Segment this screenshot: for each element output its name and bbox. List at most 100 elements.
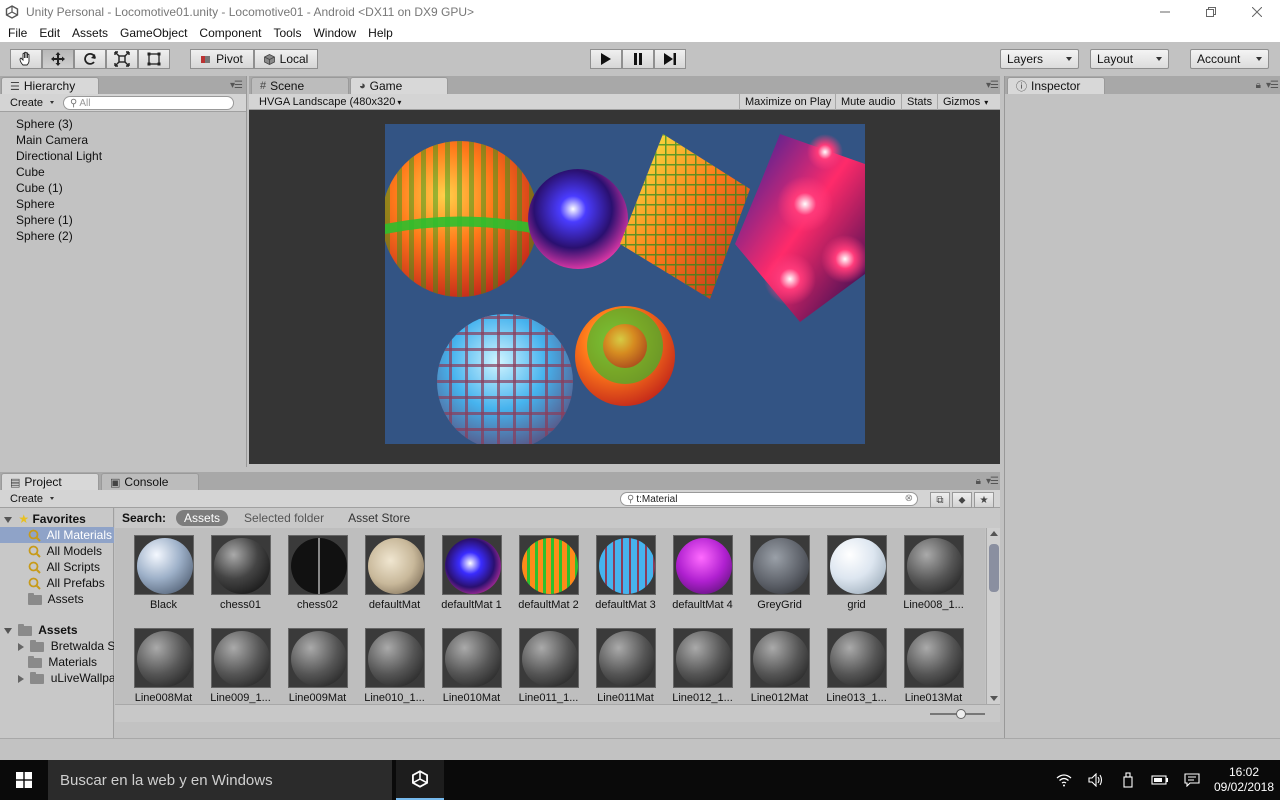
asset-item[interactable]: Line012Mat — [741, 628, 818, 710]
maximize-on-play-toggle[interactable]: Maximize on Play — [739, 94, 836, 110]
asset-item[interactable]: Line011Mat — [587, 628, 664, 710]
close-button[interactable] — [1234, 0, 1280, 24]
battery-icon[interactable] — [1144, 774, 1176, 786]
panel-menu-icon[interactable]: ▾☰ — [1266, 80, 1279, 91]
menu-edit[interactable]: Edit — [33, 26, 66, 40]
start-button[interactable] — [0, 760, 48, 800]
hierarchy-item[interactable]: Directional Light — [0, 148, 246, 164]
stats-toggle[interactable]: Stats — [901, 94, 937, 110]
asset-item[interactable]: Line010_1... — [356, 628, 433, 710]
menu-component[interactable]: Component — [193, 26, 267, 40]
taskbar-search-input[interactable]: Buscar en la web y en Windows — [48, 760, 392, 800]
menu-window[interactable]: Window — [307, 26, 362, 40]
clear-search-icon[interactable]: ⊗ — [905, 493, 913, 504]
panel-menu-icon[interactable]: ▾☰ — [986, 80, 999, 91]
menu-gameobject[interactable]: GameObject — [114, 26, 193, 40]
asset-item[interactable]: Line011_1... — [510, 628, 587, 710]
asset-item[interactable]: Line009_1... — [202, 628, 279, 710]
asset-item[interactable]: Line013_1... — [818, 628, 895, 710]
hierarchy-item[interactable]: Sphere (2) — [0, 228, 246, 244]
thumbnail-size-slider[interactable] — [930, 709, 985, 719]
notifications-icon[interactable] — [1176, 773, 1208, 787]
lock-icon[interactable]: 🔒︎ — [976, 476, 981, 487]
save-search-button[interactable]: ★ — [974, 492, 994, 508]
restore-button[interactable] — [1188, 0, 1234, 24]
asset-item[interactable]: Line010Mat — [433, 628, 510, 710]
pivot-toggle-button[interactable]: Pivot — [190, 49, 254, 69]
layout-dropdown[interactable]: Layout — [1090, 49, 1169, 69]
scope-assets[interactable]: Assets — [176, 510, 229, 526]
scale-tool-button[interactable] — [106, 49, 138, 69]
favorites-header[interactable]: ★ Favorites — [4, 511, 86, 527]
layers-dropdown[interactable]: Layers — [1000, 49, 1079, 69]
asset-item[interactable]: defaultMat 2 — [510, 535, 587, 617]
scope-selected-folder[interactable]: Selected folder — [236, 510, 332, 526]
favorite-all-materials[interactable]: All Materials — [0, 527, 114, 543]
asset-item[interactable]: defaultMat 1 — [433, 535, 510, 617]
tab-hierarchy[interactable]: ☰ Hierarchy — [1, 77, 99, 94]
asset-item[interactable]: Line013Mat — [895, 628, 972, 710]
usb-device-icon[interactable] — [1112, 772, 1144, 788]
game-render-area[interactable] — [385, 124, 865, 444]
step-button[interactable] — [654, 49, 686, 69]
panel-menu-icon[interactable]: ▾☰ — [986, 476, 999, 487]
game-viewport[interactable] — [249, 110, 1000, 464]
menu-help[interactable]: Help — [362, 26, 399, 40]
account-dropdown[interactable]: Account — [1190, 49, 1269, 69]
local-toggle-button[interactable]: Local — [254, 49, 318, 69]
asset-item[interactable]: defaultMat 3 — [587, 535, 664, 617]
filter-by-type-button[interactable]: ⧉ — [930, 492, 950, 508]
wifi-icon[interactable] — [1048, 773, 1080, 787]
expand-icon[interactable] — [18, 642, 24, 651]
asset-item[interactable]: defaultMat 4 — [664, 535, 741, 617]
asset-item[interactable]: GreyGrid — [741, 535, 818, 617]
hierarchy-item[interactable]: Cube (1) — [0, 180, 246, 196]
taskbar-clock[interactable]: 16:02 09/02/2018 — [1208, 765, 1280, 795]
minimize-button[interactable] — [1142, 0, 1188, 24]
favorite-all-prefabs[interactable]: All Prefabs — [28, 575, 105, 591]
favorite-all-scripts[interactable]: All Scripts — [28, 559, 100, 575]
filter-by-label-button[interactable]: ⬥ — [952, 492, 972, 508]
gizmos-dropdown[interactable]: Gizmos ▾ — [937, 94, 993, 110]
rect-tool-button[interactable] — [138, 49, 170, 69]
scope-asset-store[interactable]: Asset Store — [340, 510, 418, 526]
asset-item[interactable]: Line009Mat — [279, 628, 356, 710]
folder-bretwalda[interactable]: Bretwalda S — [18, 638, 114, 654]
project-search-input[interactable]: ⚲ t:Material ⊗ — [620, 492, 918, 506]
menu-assets[interactable]: Assets — [66, 26, 114, 40]
tab-game[interactable]: ◕ Game — [350, 77, 448, 94]
hierarchy-create-button[interactable]: Create — [4, 95, 57, 110]
hierarchy-item[interactable]: Cube — [0, 164, 246, 180]
asset-item[interactable]: grid — [818, 535, 895, 617]
menu-file[interactable]: File — [2, 26, 33, 40]
taskbar-unity-app[interactable] — [396, 760, 444, 800]
asset-item[interactable]: defaultMat — [356, 535, 433, 617]
tab-console[interactable]: ▣ Console — [101, 473, 199, 490]
asset-item[interactable]: Line008Mat — [125, 628, 202, 710]
tab-inspector[interactable]: ⓘ Inspector — [1007, 77, 1105, 94]
tab-scene[interactable]: # Scene — [251, 77, 349, 94]
hierarchy-item[interactable]: Main Camera — [0, 132, 246, 148]
play-button[interactable] — [590, 49, 622, 69]
hierarchy-search-input[interactable]: ⚲ All — [63, 96, 234, 110]
asset-item[interactable]: chess02 — [279, 535, 356, 617]
scroll-up-icon[interactable] — [990, 531, 998, 536]
mute-audio-toggle[interactable]: Mute audio — [835, 94, 900, 110]
asset-item[interactable]: chess01 — [202, 535, 279, 617]
assets-root[interactable]: Assets — [4, 622, 78, 638]
menu-tools[interactable]: Tools — [267, 26, 307, 40]
expand-icon[interactable] — [4, 516, 12, 523]
scrollbar-thumb[interactable] — [989, 544, 999, 592]
folder-ulivewallpaper[interactable]: uLiveWallpa — [18, 670, 114, 686]
hierarchy-item[interactable]: Sphere (3) — [0, 116, 246, 132]
resolution-dropdown[interactable]: HVGA Landscape (480x320 ▾ — [255, 94, 405, 110]
volume-icon[interactable] — [1080, 773, 1112, 787]
rotate-tool-button[interactable] — [74, 49, 106, 69]
hierarchy-item[interactable]: Sphere (1) — [0, 212, 246, 228]
favorite-all-models[interactable]: All Models — [28, 543, 102, 559]
slider-knob[interactable] — [956, 709, 966, 719]
lock-icon[interactable]: 🔒︎ — [1256, 80, 1261, 91]
asset-grid-scrollbar[interactable] — [986, 528, 1000, 704]
pause-button[interactable] — [622, 49, 654, 69]
expand-icon[interactable] — [4, 627, 12, 634]
